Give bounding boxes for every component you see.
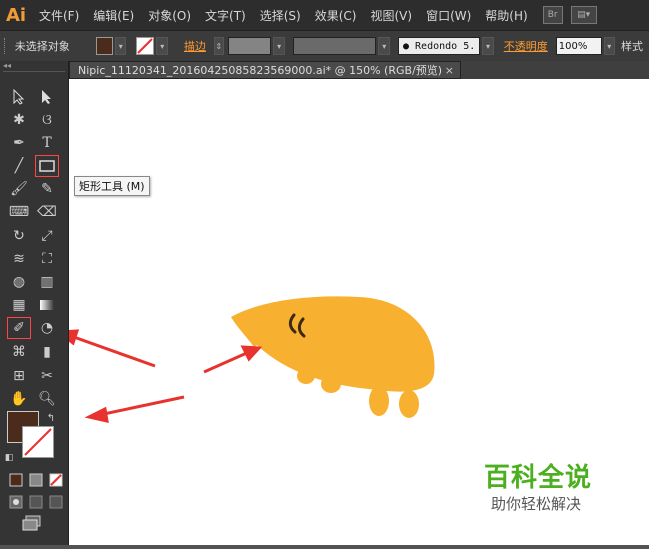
lasso-tool-icon[interactable]: ଓ — [36, 110, 58, 130]
screen-mode-icon[interactable] — [20, 513, 44, 533]
direct-selection-tool-icon[interactable] — [36, 87, 58, 107]
perspective-grid-tool-icon[interactable]: ▥ — [36, 272, 58, 292]
app-logo: Ai — [5, 4, 27, 26]
brush-dropdown-icon[interactable]: ▾ — [482, 37, 494, 55]
document-tab-bar: Nipic_11120341_20160425085823569000.ai* … — [69, 61, 649, 79]
collapse-panel-icon[interactable]: ◂◂ — [0, 61, 68, 71]
paintbrush-tool-icon[interactable]: 🖌 — [8, 179, 30, 199]
stroke-label[interactable]: 描边 — [178, 38, 212, 54]
arrange-documents-button[interactable]: ▤▾ — [570, 6, 597, 24]
default-colors-icon[interactable]: ◧ — [2, 451, 16, 465]
stroke-weight-input[interactable] — [227, 37, 272, 55]
slice-tool-icon[interactable]: ✂ — [36, 366, 58, 386]
blend-tool-icon[interactable]: ◔ — [36, 318, 58, 338]
none-mode-icon[interactable] — [49, 473, 63, 487]
gradient-mode-icon[interactable] — [29, 473, 43, 487]
stroke-color-box[interactable] — [22, 426, 54, 458]
gradient-tool-icon[interactable] — [36, 295, 58, 315]
annotation-arrow — [84, 395, 185, 423]
scale-tool-icon[interactable]: ⤢ — [36, 226, 58, 246]
menu-effect[interactable]: 效果(C) — [308, 7, 364, 24]
draw-behind-icon[interactable] — [29, 495, 43, 509]
style-label: 样式 — [621, 40, 644, 53]
document-tab[interactable]: Nipic_11120341_20160425085823569000.ai* … — [69, 61, 461, 79]
creature-foot — [297, 368, 315, 384]
hand-tool-icon[interactable]: ✋ — [8, 389, 30, 409]
menu-file[interactable]: 文件(F) — [32, 7, 86, 24]
menu-help[interactable]: 帮助(H) — [478, 7, 534, 24]
profile-dropdown-icon[interactable]: ▾ — [378, 37, 390, 55]
free-transform-tool-icon[interactable]: ⛶ — [36, 249, 58, 269]
selection-status: 未选择对象 — [14, 40, 70, 53]
menu-type[interactable]: 文字(T) — [198, 7, 253, 24]
tools-panel: ◂◂ ✱ ଓ ✒ T ╱ 🖌 ✎ ⌨ ⌫ ↻ ⤢ ≋ ⛶ ◍ ▥ ▦ ✐ ◔ ⌘… — [0, 61, 69, 545]
stroke-weight-dropdown-icon[interactable]: ▾ — [273, 37, 285, 55]
color-mode-icon[interactable] — [9, 473, 23, 487]
column-graph-tool-icon[interactable]: ▮ — [36, 342, 58, 362]
menu-window[interactable]: 窗口(W) — [419, 7, 478, 24]
stroke-weight-stepper[interactable]: ⇕ — [213, 37, 224, 55]
magic-wand-tool-icon[interactable]: ✱ — [8, 110, 30, 130]
swap-fill-stroke-icon[interactable]: ↰ — [44, 411, 58, 425]
eraser-tool-icon[interactable]: ⌫ — [36, 202, 58, 222]
fill-swatch[interactable] — [95, 37, 113, 55]
warp-tool-icon[interactable]: ≋ — [8, 249, 30, 269]
tool-tooltip: 矩形工具 (M) — [74, 176, 150, 196]
zoom-tool-icon[interactable]: 🔍︎ — [36, 389, 58, 409]
watermark-title: 百科全说 — [484, 463, 593, 493]
watermark-subtitle: 助你轻松解决 — [491, 495, 582, 513]
brush-definition-select[interactable]: ● Redondo 5. — [397, 37, 481, 55]
draw-mode-row — [9, 495, 63, 509]
blob-brush-tool-icon[interactable]: ⌨ — [8, 202, 30, 222]
draw-inside-icon[interactable] — [49, 495, 63, 509]
artboard-tool-icon[interactable]: ⊞ — [8, 366, 30, 386]
annotation-arrow — [203, 345, 263, 374]
eyedropper-tool-icon[interactable]: ✐ — [7, 317, 31, 339]
stroke-swatch[interactable] — [136, 37, 155, 55]
menu-view[interactable]: 视图(V) — [363, 7, 419, 24]
type-tool-icon[interactable]: T — [36, 133, 58, 153]
document-tab-title: Nipic_11120341_20160425085823569000.ai* … — [78, 64, 443, 77]
control-bar: 未选择对象 ▾ ▾ 描边 ⇕ ▾ ▾ ● Redondo 5. ▾ 不透明度 1… — [0, 30, 649, 61]
symbol-sprayer-tool-icon[interactable]: ⌘ — [8, 342, 30, 362]
color-mode-row — [9, 473, 63, 487]
no-color-stroke-icon — [24, 428, 52, 456]
bridge-button[interactable]: Br — [542, 6, 563, 24]
selection-tool-icon[interactable] — [8, 87, 30, 107]
menu-select[interactable]: 选择(S) — [253, 7, 308, 24]
close-tab-icon[interactable]: × — [445, 64, 454, 77]
creature-foot — [321, 375, 341, 393]
draw-normal-icon[interactable] — [9, 495, 23, 509]
rotate-tool-icon[interactable]: ↻ — [8, 226, 30, 246]
variable-width-profile[interactable] — [292, 37, 377, 55]
annotation-arrow — [54, 329, 156, 368]
creature-foot — [399, 390, 419, 418]
no-stroke-icon — [137, 38, 154, 54]
pencil-tool-icon[interactable]: ✎ — [36, 179, 58, 199]
opacity-label[interactable]: 不透明度 — [498, 38, 554, 54]
menu-object[interactable]: 对象(O) — [141, 7, 198, 24]
mesh-tool-icon[interactable]: ▦ — [8, 295, 30, 315]
line-tool-icon[interactable]: ╱ — [8, 156, 30, 176]
fill-dropdown-icon[interactable]: ▾ — [114, 37, 127, 55]
brush-value: Redondo 5. — [415, 40, 476, 52]
menu-bar: Ai 文件(F) 编辑(E) 对象(O) 文字(T) 选择(S) 效果(C) 视… — [0, 0, 649, 30]
creature-foot — [369, 386, 389, 416]
opacity-input[interactable]: 100% — [555, 37, 602, 55]
rectangle-tool-icon[interactable] — [35, 155, 59, 177]
pen-tool-icon[interactable]: ✒ — [8, 133, 30, 153]
shape-builder-tool-icon[interactable]: ◍ — [8, 272, 30, 292]
stroke-dropdown-icon[interactable]: ▾ — [156, 37, 168, 55]
opacity-dropdown-icon[interactable]: ▾ — [603, 37, 616, 55]
menu-edit[interactable]: 编辑(E) — [86, 7, 141, 24]
